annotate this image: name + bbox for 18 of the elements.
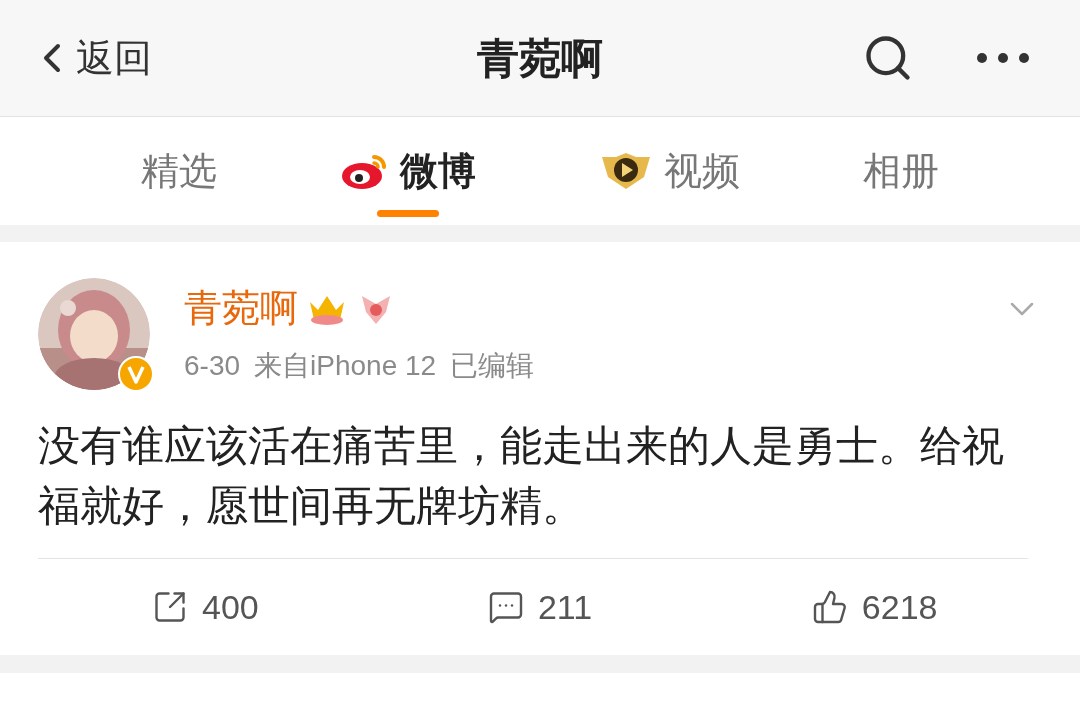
tab[interactable]: 微博 [339, 117, 476, 225]
more-button[interactable] [976, 52, 1030, 64]
thumbs-up-icon [811, 589, 848, 625]
page-title: 青菀啊 [477, 33, 603, 84]
edited-label: 已编辑 [450, 349, 535, 383]
tab-underline [376, 210, 439, 217]
tab[interactable]: 相册 [862, 117, 939, 225]
tab[interactable]: 精选 [141, 117, 218, 225]
action-button[interactable]: 400 [38, 581, 373, 633]
post-text: 没有谁应该活在痛苦里，能走出来的人是勇士。给祝福就好，愿世间再无牌坊精。 [38, 416, 1028, 559]
action-button[interactable]: 6218 [707, 581, 1042, 633]
post-source: 来自iPhone 12 [254, 349, 437, 383]
comment-icon [487, 589, 524, 625]
post-time: 6-30 [184, 349, 241, 383]
tab[interactable]: 视频 [598, 117, 741, 225]
more-icon [976, 52, 1030, 64]
back-button[interactable]: 返回 [28, 29, 152, 87]
action-button[interactable]: 211 [372, 581, 708, 633]
